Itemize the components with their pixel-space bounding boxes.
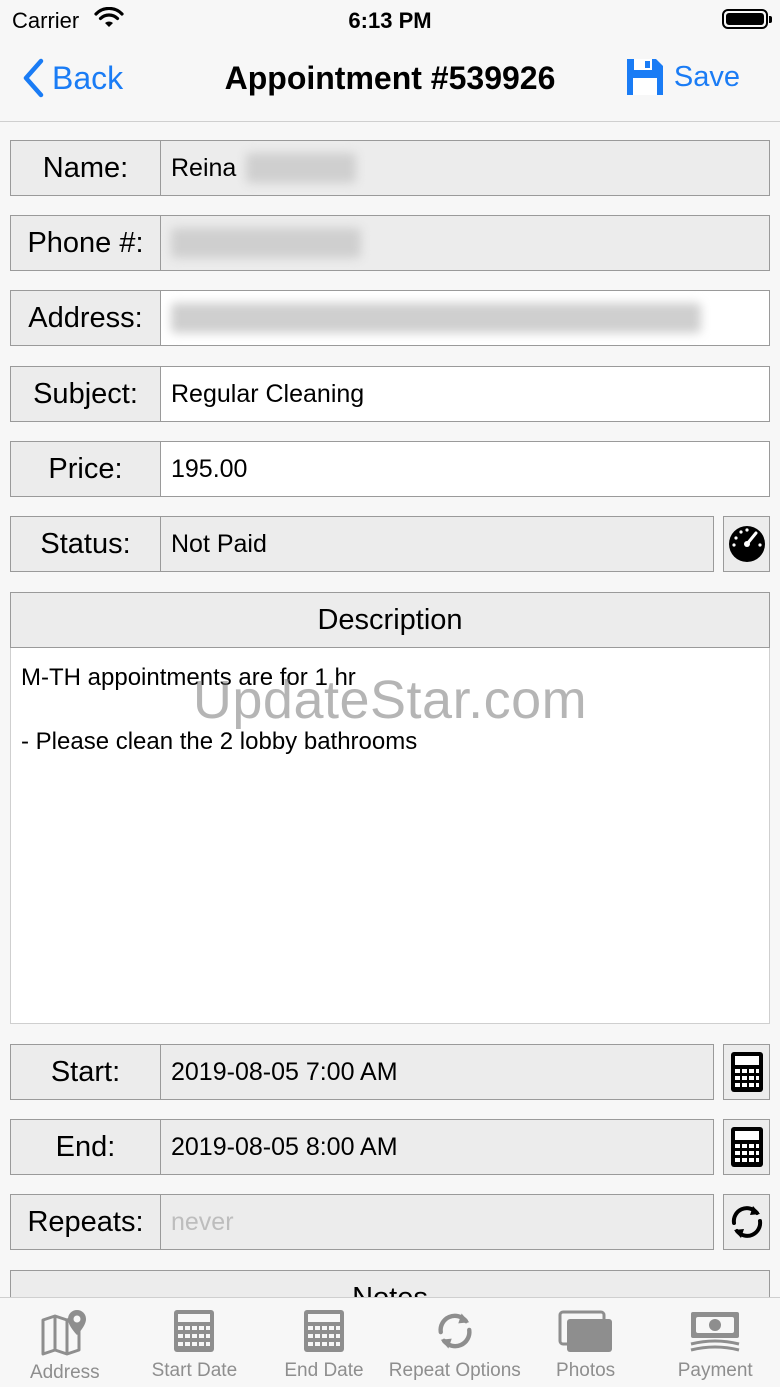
repeats-field[interactable]: never	[161, 1194, 714, 1250]
phone-row: Phone #:	[10, 215, 770, 271]
price-field[interactable]: 195.00	[161, 441, 770, 497]
subject-row: Subject: Regular Cleaning	[10, 366, 770, 422]
tab-end-date[interactable]: End Date	[259, 1298, 389, 1387]
tab-start-date[interactable]: Start Date	[130, 1298, 260, 1387]
start-row: Start: 2019-08-05 7:00 AM	[10, 1044, 714, 1100]
redacted-address	[171, 303, 701, 333]
appointment-form: Name: Reina Phone #: Address: Subject: R…	[0, 122, 780, 1297]
repeats-label: Repeats:	[10, 1194, 161, 1250]
end-field[interactable]: 2019-08-05 8:00 AM	[161, 1119, 714, 1175]
repeat-icon	[731, 1206, 762, 1238]
description-textarea[interactable]: M-TH appointments are for 1 hr - Please …	[10, 648, 770, 1024]
repeat-options-button[interactable]	[723, 1194, 770, 1250]
tab-address-label: Address	[29, 1362, 100, 1383]
repeats-row: Repeats: never	[10, 1194, 714, 1250]
description-header: Description	[10, 592, 770, 648]
tab-repeat-options[interactable]: Repeat Options	[389, 1298, 521, 1387]
tab-payment-label: Payment	[677, 1360, 753, 1381]
status-row: Status: Not Paid	[10, 516, 714, 572]
subject-label: Subject:	[10, 366, 161, 422]
tab-start-date-label: Start Date	[151, 1360, 238, 1381]
status-field[interactable]: Not Paid	[161, 516, 714, 572]
chevron-left-icon	[23, 58, 44, 98]
tab-photos[interactable]: Photos	[521, 1298, 651, 1387]
tab-repeat-options-label: Repeat Options	[388, 1360, 521, 1381]
navigation-bar: Back Appointment #539926 Save	[0, 40, 780, 122]
repeat-icon	[438, 1313, 472, 1349]
back-button[interactable]: Back	[22, 58, 123, 98]
subject-field[interactable]: Regular Cleaning	[161, 366, 770, 422]
status-picker-button[interactable]	[723, 516, 770, 572]
price-label: Price:	[10, 441, 161, 497]
gauge-icon	[728, 526, 765, 562]
status-bar: Carrier 6:13 PM	[0, 0, 780, 40]
name-value: Reina	[171, 153, 237, 182]
calculator-icon	[730, 1127, 763, 1167]
tab-photos-label: Photos	[556, 1360, 616, 1381]
address-field[interactable]	[161, 290, 770, 346]
clock: 6:13 PM	[348, 8, 432, 33]
redacted-phone	[171, 228, 361, 258]
start-label: Start:	[10, 1044, 161, 1100]
end-calculator-button[interactable]	[723, 1119, 770, 1175]
notes-header: Notes	[10, 1270, 770, 1297]
redacted-surname	[246, 153, 357, 183]
start-field[interactable]: 2019-08-05 7:00 AM	[161, 1044, 714, 1100]
save-label: Save	[673, 60, 740, 93]
start-calculator-button[interactable]	[723, 1044, 770, 1100]
tab-end-date-label: End Date	[284, 1360, 364, 1381]
map-pin-icon	[41, 1310, 86, 1356]
battery-icon	[722, 9, 772, 29]
save-button[interactable]: Save	[624, 56, 740, 98]
address-row: Address:	[10, 290, 770, 346]
end-row: End: 2019-08-05 8:00 AM	[10, 1119, 714, 1175]
calculator-icon	[730, 1052, 763, 1092]
tab-payment[interactable]: Payment	[650, 1298, 780, 1387]
tab-address[interactable]: Address	[0, 1298, 130, 1387]
calculator-icon	[174, 1310, 215, 1352]
address-label: Address:	[10, 290, 161, 346]
status-label: Status:	[10, 516, 161, 572]
name-label: Name:	[10, 140, 161, 196]
calculator-icon	[303, 1310, 344, 1352]
phone-label: Phone #:	[10, 215, 161, 271]
back-label: Back	[52, 59, 124, 96]
name-field[interactable]: Reina	[161, 140, 770, 196]
floppy-disk-icon	[626, 59, 663, 95]
money-icon	[690, 1312, 740, 1352]
name-row: Name: Reina	[10, 140, 770, 196]
end-label: End:	[10, 1119, 161, 1175]
photos-icon	[558, 1310, 612, 1352]
price-row: Price: 195.00	[10, 441, 770, 497]
phone-field[interactable]	[161, 215, 770, 271]
tab-bar: Address Start Date End Date Repeat Optio…	[0, 1297, 780, 1387]
